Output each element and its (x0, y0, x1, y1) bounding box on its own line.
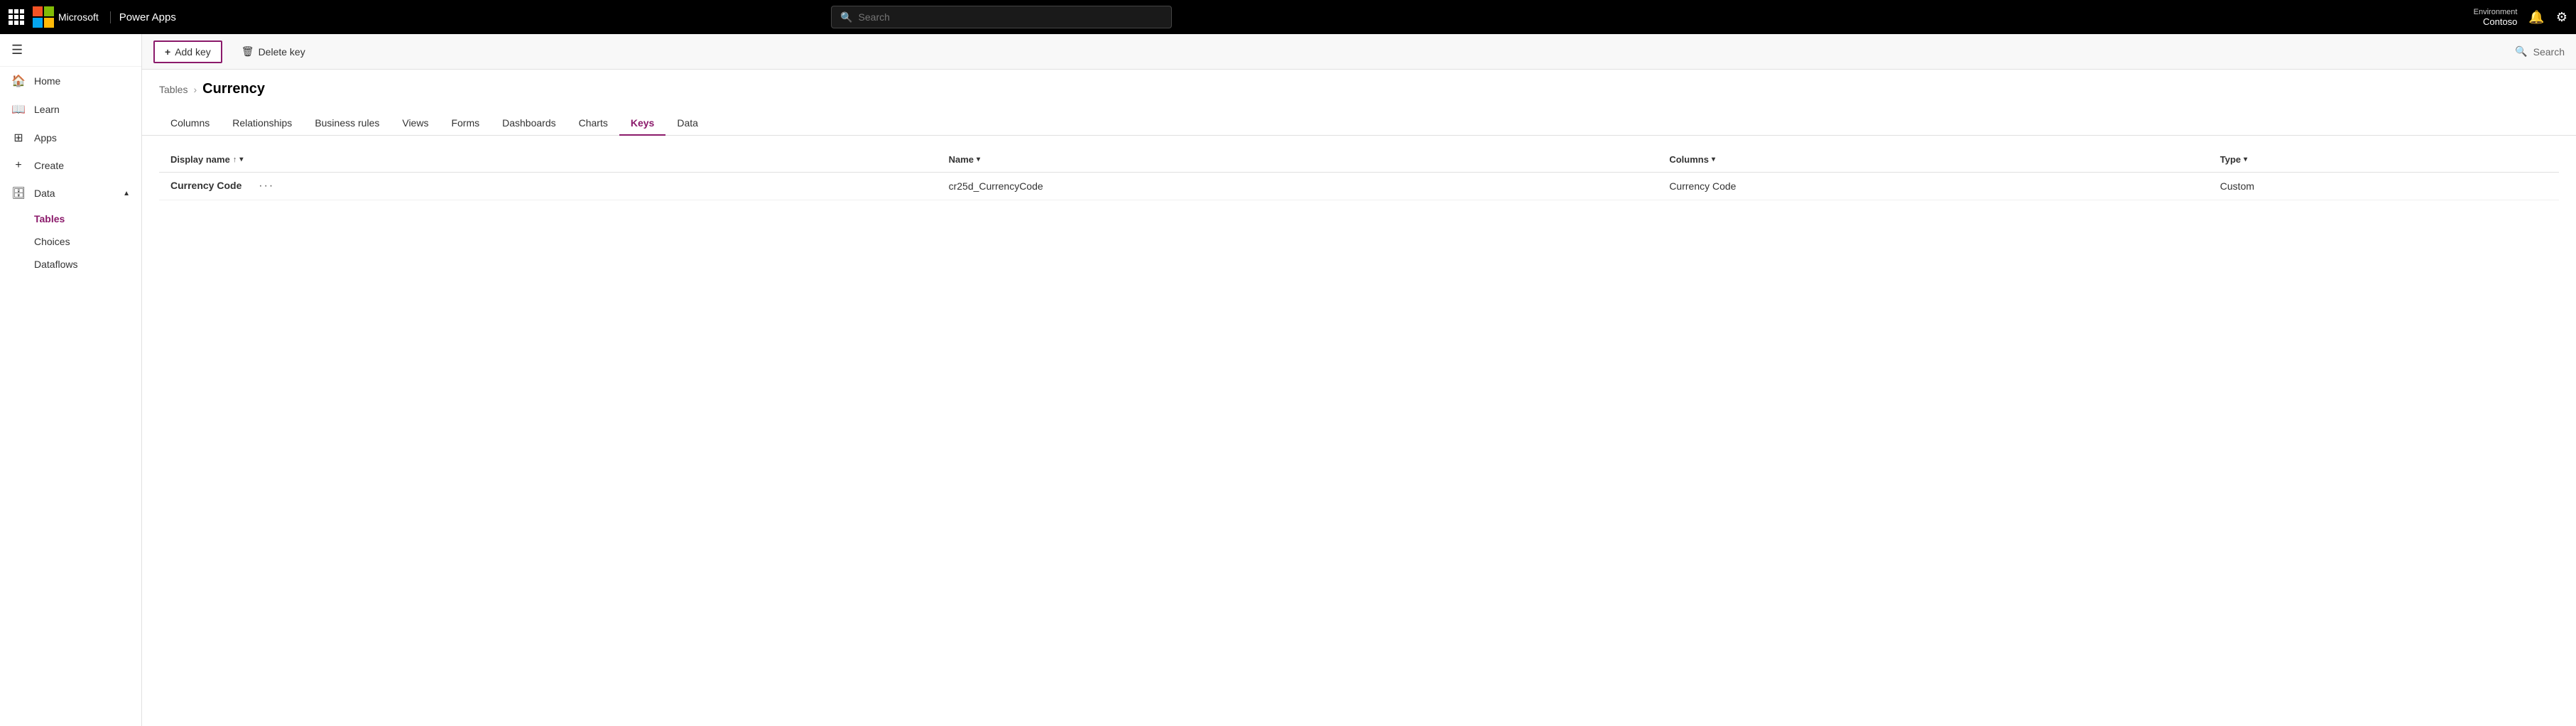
tab-views[interactable]: Views (391, 112, 440, 136)
dropdown-icon: ▾ (2244, 156, 2247, 163)
notification-icon[interactable]: 🔔 (2528, 10, 2544, 25)
display-name-sort[interactable]: Display name ↑ ▾ (170, 154, 243, 165)
tab-data[interactable]: Data (665, 112, 710, 136)
col-type[interactable]: Type ▾ (2209, 147, 2559, 173)
type-sort[interactable]: Type ▾ (2220, 154, 2247, 165)
row-options-button[interactable]: ··· (259, 180, 274, 192)
apps-icon: ⊞ (11, 131, 26, 145)
delete-key-button[interactable]: 🗑 Delete key (231, 40, 316, 63)
sidebar-label-apps: Apps (34, 132, 57, 143)
trash-icon: 🗑 (241, 45, 254, 58)
sidebar-item-apps[interactable]: ⊞ Apps (0, 124, 141, 152)
data-expand-icon: ▲ (123, 190, 130, 197)
global-search-input[interactable] (859, 11, 1163, 23)
global-search-box[interactable]: 🔍 (831, 6, 1172, 28)
dropdown-icon: ▾ (1712, 156, 1715, 163)
environment-label: Environment (2474, 8, 2518, 16)
col-display-name[interactable]: Display name ↑ ▾ (159, 147, 938, 173)
sidebar-label-home: Home (34, 75, 60, 87)
sidebar-item-data[interactable]: 🗄 Data ▲ (0, 179, 141, 207)
environment-name: Contoso (2483, 16, 2517, 27)
content-area: + Add key 🗑 Delete key 🔍 Search Tables ›… (142, 34, 2576, 726)
learn-icon: 📖 (11, 102, 26, 117)
columns-sort[interactable]: Columns ▾ (1669, 154, 1715, 165)
row-type: Custom (2209, 173, 2559, 200)
tab-keys[interactable]: Keys (619, 112, 665, 136)
tab-forms[interactable]: Forms (440, 112, 491, 136)
sidebar-sub-dataflows[interactable]: Dataflows (0, 253, 141, 276)
table-row: Currency Code ··· cr25d_CurrencyCode Cur… (159, 173, 2559, 200)
settings-icon[interactable]: ⚙ (2556, 10, 2567, 25)
search-icon: 🔍 (840, 11, 852, 23)
add-key-button[interactable]: + Add key (153, 40, 222, 63)
microsoft-label: Microsoft (58, 11, 99, 23)
sidebar-sub-tables[interactable]: Tables (0, 207, 141, 230)
toolbar-search[interactable]: 🔍 Search (2515, 45, 2565, 58)
home-icon: 🏠 (11, 74, 26, 88)
row-name: cr25d_CurrencyCode (938, 173, 1658, 200)
sidebar-item-learn[interactable]: 📖 Learn (0, 95, 141, 124)
name-sort[interactable]: Name ▾ (949, 154, 980, 165)
search-icon: 🔍 (2515, 45, 2527, 58)
toolbar: + Add key 🗑 Delete key 🔍 Search (142, 34, 2576, 70)
row-display-name: Currency Code ··· (159, 173, 938, 200)
plus-icon: + (165, 46, 170, 58)
sidebar-label-learn: Learn (34, 104, 60, 115)
sidebar-item-home[interactable]: 🏠 Home (0, 67, 141, 95)
sidebar-item-create[interactable]: + Create (0, 152, 141, 179)
create-icon: + (11, 159, 26, 172)
col-name[interactable]: Name ▾ (938, 147, 1658, 173)
sidebar-label-data: Data (34, 188, 55, 199)
navbar-brand: Power Apps (110, 11, 176, 23)
sidebar: ☰ 🏠 Home 📖 Learn ⊞ Apps + Create 🗄 Data … (0, 34, 142, 726)
breadcrumb: Tables › Currency (142, 70, 2576, 97)
main-layout: ☰ 🏠 Home 📖 Learn ⊞ Apps + Create 🗄 Data … (0, 34, 2576, 726)
row-columns: Currency Code (1658, 173, 2208, 200)
navbar: Microsoft Power Apps 🔍 Environment Conto… (0, 0, 2576, 34)
breadcrumb-tables-link[interactable]: Tables (159, 84, 188, 95)
sidebar-label-create: Create (34, 160, 64, 171)
sidebar-sub-choices[interactable]: Choices (0, 230, 141, 253)
breadcrumb-separator: › (193, 84, 197, 95)
col-columns[interactable]: Columns ▾ (1658, 147, 2208, 173)
logo-squares (33, 6, 54, 28)
keys-table: Display name ↑ ▾ Name ▾ (159, 147, 2559, 200)
sort-up-icon: ↑ (233, 156, 237, 164)
table-header: Display name ↑ ▾ Name ▾ (159, 147, 2559, 173)
navbar-right: Environment Contoso 🔔 ⚙ (2474, 8, 2567, 27)
tab-relationships[interactable]: Relationships (221, 112, 303, 136)
breadcrumb-current: Currency (202, 81, 265, 97)
waffle-menu[interactable] (9, 9, 24, 25)
sidebar-toggle[interactable]: ☰ (0, 34, 141, 67)
microsoft-logo[interactable]: Microsoft (33, 6, 99, 28)
table-area: Display name ↑ ▾ Name ▾ (142, 136, 2576, 726)
tabs-bar: Columns Relationships Business rules Vie… (142, 103, 2576, 136)
tab-business-rules[interactable]: Business rules (303, 112, 391, 136)
environment-selector[interactable]: Environment Contoso (2474, 8, 2518, 27)
dropdown-icon: ▾ (239, 156, 243, 163)
tab-dashboards[interactable]: Dashboards (491, 112, 567, 136)
data-icon: 🗄 (11, 186, 26, 200)
waffle-icon (9, 9, 24, 25)
tab-charts[interactable]: Charts (567, 112, 619, 136)
tab-columns[interactable]: Columns (159, 112, 221, 136)
table-body: Currency Code ··· cr25d_CurrencyCode Cur… (159, 173, 2559, 200)
dropdown-icon: ▾ (977, 156, 980, 163)
